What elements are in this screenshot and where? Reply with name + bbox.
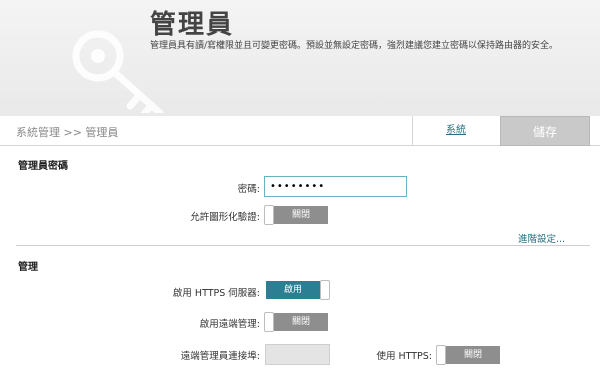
- page-title: 管理員: [150, 10, 235, 40]
- toggle-state: 關閉: [274, 206, 328, 224]
- breadcrumb: 系統管理 >> 管理員: [16, 126, 119, 139]
- https-server-toggle[interactable]: 啟用: [266, 280, 330, 300]
- remote-management-toggle[interactable]: 關閉: [264, 312, 328, 332]
- https-server-label: 啟用 HTTPS 伺服器:: [172, 288, 260, 299]
- section-title-admin-password: 管理員密碼: [18, 161, 68, 172]
- toggle-knob: [264, 312, 274, 332]
- password-label: 密碼:: [237, 184, 260, 195]
- captcha-toggle[interactable]: 關閉: [264, 205, 328, 225]
- use-https-label: 使用 HTTPS:: [376, 351, 432, 362]
- toolbar: 系統管理 >> 管理員 系統 儲存: [0, 116, 600, 146]
- password-field[interactable]: ••••••••: [264, 176, 407, 197]
- toggle-knob: [264, 205, 274, 225]
- save-button[interactable]: 儲存: [500, 116, 590, 146]
- toggle-state: 關閉: [274, 313, 328, 331]
- page-header: 管理員 管理員具有讀/寫權限並且可變更密碼。預設並無設定密碼，強烈建議您建立密碼…: [0, 0, 600, 116]
- toggle-knob: [320, 280, 330, 300]
- captcha-label: 允許圖形化驗證:: [190, 212, 260, 223]
- advanced-settings-link[interactable]: 進階設定...: [518, 231, 565, 245]
- use-https-toggle[interactable]: 關閉: [436, 345, 500, 365]
- section-title-management: 管理: [18, 262, 38, 273]
- toggle-state: 啟用: [266, 281, 320, 299]
- page-description: 管理員具有讀/寫權限並且可變更密碼。預設並無設定密碼，強烈建議您建立密碼以保持路…: [150, 41, 559, 51]
- remote-port-input[interactable]: [265, 344, 330, 365]
- system-link[interactable]: 系統: [412, 116, 500, 146]
- toggle-state: 關閉: [446, 346, 500, 364]
- section-divider: [16, 245, 590, 246]
- toggle-knob: [436, 345, 446, 365]
- remote-management-label: 啟用遠端管理:: [199, 319, 260, 330]
- remote-port-label: 遠端管理員連接埠:: [180, 351, 260, 362]
